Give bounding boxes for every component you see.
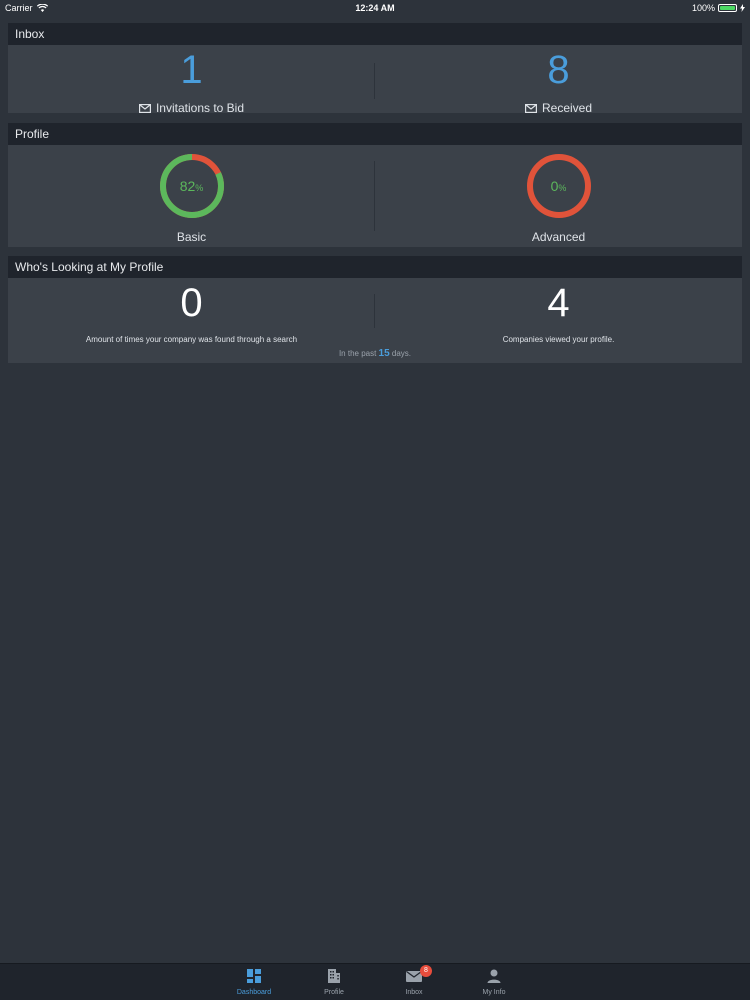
profile-section: 82% Basic 0% Advanced (8, 145, 742, 247)
invitations-caption: Invitations to Bid (8, 101, 375, 115)
status-right: 100% (692, 3, 745, 13)
envelope-icon (138, 103, 151, 113)
tab-inbox-label: Inbox (405, 989, 423, 996)
tab-profile[interactable]: Profile (304, 968, 364, 1000)
basic-profile-tile[interactable]: 82% Basic (8, 145, 375, 247)
advanced-label: Advanced (531, 230, 586, 244)
dashboard-icon (247, 969, 261, 983)
footnote-days: 15 (378, 348, 390, 359)
received-label: Received (541, 101, 593, 115)
tab-dashboard[interactable]: Dashboard (224, 968, 284, 1000)
app-window: Carrier 12:24 AM 100% Inbox 1 Invitation… (0, 0, 750, 1000)
profile-views-tile: 4 Companies viewed your profile. (375, 278, 742, 344)
charging-icon (740, 4, 745, 12)
inbox-section: 1 Invitations to Bid 8 Received (8, 45, 742, 115)
advanced-profile-tile[interactable]: 0% Advanced (375, 145, 742, 247)
basic-percent-unit: % (195, 182, 204, 193)
status-time: 12:24 AM (355, 3, 395, 13)
advanced-percent: 0% (525, 152, 593, 220)
invitations-label: Invitations to Bid (155, 101, 245, 115)
looking-section-header: Who's Looking at My Profile (8, 256, 742, 278)
advanced-percent-value: 0 (550, 178, 559, 194)
basic-percent-value: 82 (179, 178, 196, 194)
period-footnote: In the past 15 days. (8, 348, 742, 359)
basic-percent: 82% (158, 152, 226, 220)
views-count: 4 (547, 281, 570, 325)
inbox-section-header: Inbox (8, 23, 742, 45)
received-tile[interactable]: 8 Received (375, 45, 742, 115)
building-icon (328, 969, 340, 983)
views-label: Companies viewed your profile. (502, 335, 615, 344)
status-bar: Carrier 12:24 AM 100% (0, 0, 750, 16)
inbox-title: Inbox (15, 27, 45, 41)
invitations-to-bid-tile[interactable]: 1 Invitations to Bid (8, 45, 375, 115)
tab-profile-label: Profile (324, 989, 344, 996)
inbox-badge: 8 (420, 965, 432, 977)
tab-my-info-label: My Info (482, 989, 506, 996)
person-icon (487, 969, 501, 983)
basic-label: Basic (176, 230, 207, 244)
search-count: 0 (180, 281, 203, 325)
search-label: Amount of times your company was found t… (85, 335, 298, 344)
search-appearances-tile: 0 Amount of times your company was found… (8, 278, 375, 344)
envelope-icon (524, 103, 537, 113)
tab-my-info[interactable]: My Info (464, 968, 524, 1000)
received-caption: Received (375, 101, 742, 115)
battery-icon (718, 4, 737, 12)
tab-bar: Dashboard Profile 8 Inbox My Info (0, 963, 750, 1000)
invitations-count: 1 (180, 48, 203, 92)
battery-percent: 100% (691, 3, 715, 13)
profile-section-header: Profile (8, 123, 742, 145)
looking-title: Who's Looking at My Profile (15, 260, 164, 274)
tab-dashboard-label: Dashboard (236, 989, 272, 996)
basic-progress-ring: 82% (158, 152, 226, 220)
footnote-prefix: In the past (338, 349, 377, 358)
tab-inbox[interactable]: 8 Inbox (384, 965, 444, 1000)
received-count: 8 (547, 48, 570, 92)
advanced-progress-ring: 0% (525, 152, 593, 220)
footnote-suffix: days. (391, 349, 412, 358)
looking-section: 0 Amount of times your company was found… (8, 278, 742, 363)
profile-title: Profile (15, 127, 50, 141)
advanced-percent-unit: % (558, 182, 567, 193)
